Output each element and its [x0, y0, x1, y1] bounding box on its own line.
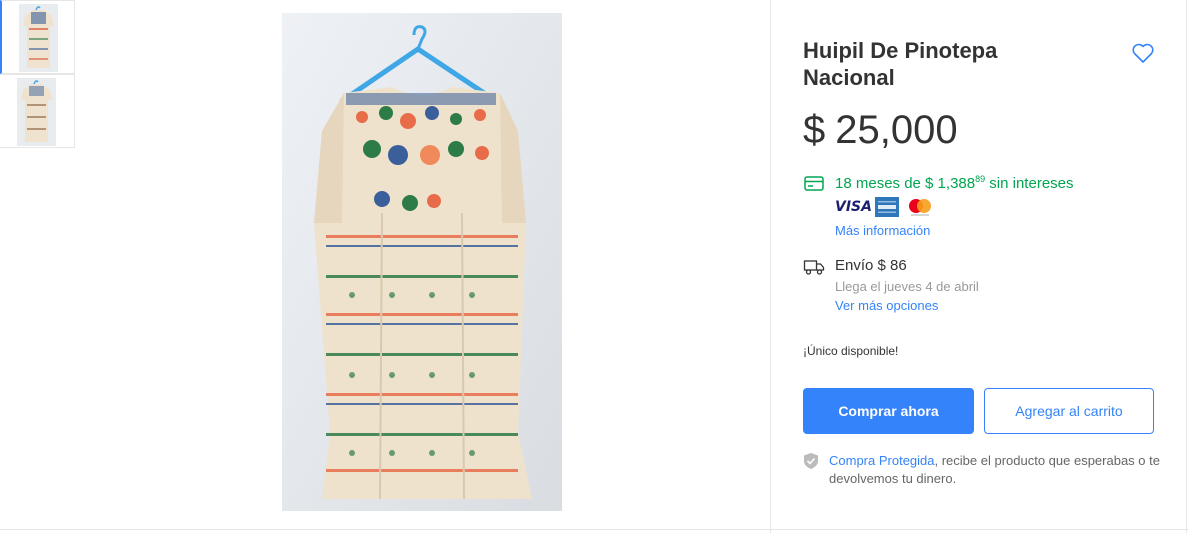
- shipping-cost: Envío $ 86: [835, 257, 907, 274]
- shield-check-icon: [804, 453, 818, 469]
- thumbnail-1[interactable]: [0, 0, 75, 74]
- thumbnail-2[interactable]: [0, 74, 75, 148]
- buy-now-button[interactable]: Comprar ahora: [803, 388, 974, 434]
- shipping-arrival: Llega el jueves 4 de abril: [835, 279, 979, 294]
- price-amount: 25,000: [835, 108, 958, 152]
- credit-card-icon: [804, 176, 824, 191]
- add-to-cart-button[interactable]: Agregar al carrito: [984, 388, 1154, 434]
- truck-icon: [803, 260, 825, 275]
- mastercard-logo: [909, 199, 931, 216]
- purchase-protection: Compra Protegida, recibe el producto que…: [829, 452, 1169, 488]
- installments-cents: 89: [975, 174, 986, 184]
- protected-purchase-link[interactable]: Compra Protegida: [829, 453, 935, 468]
- amex-logo: [875, 197, 899, 217]
- stock-status: ¡Único disponible!: [803, 344, 899, 358]
- visa-logo: VISA: [835, 199, 872, 215]
- installments-suffix: sin intereses: [985, 175, 1074, 192]
- panel-border: [1186, 0, 1187, 533]
- price-currency: $: [803, 108, 826, 152]
- product-main-image[interactable]: [282, 13, 562, 511]
- payment-cards: VISA: [835, 196, 935, 218]
- product-title: Huipil De Pinotepa Nacional: [803, 38, 998, 90]
- more-info-link[interactable]: Más información: [835, 223, 930, 238]
- bottom-divider: [0, 529, 1188, 530]
- thumbnail-list: [0, 0, 75, 148]
- more-shipping-options-link[interactable]: Ver más opciones: [835, 298, 938, 313]
- thumbnail-1-image: [19, 4, 58, 72]
- installments-prefix: 18 meses de $ 1,388: [835, 175, 976, 192]
- installments-text: 18 meses de $ 1,38889 sin intereses: [835, 174, 1074, 192]
- product-price: $25,000: [803, 108, 958, 153]
- thumbnail-2-image: [17, 78, 56, 146]
- column-divider: [770, 0, 771, 533]
- heart-icon[interactable]: [1131, 42, 1155, 64]
